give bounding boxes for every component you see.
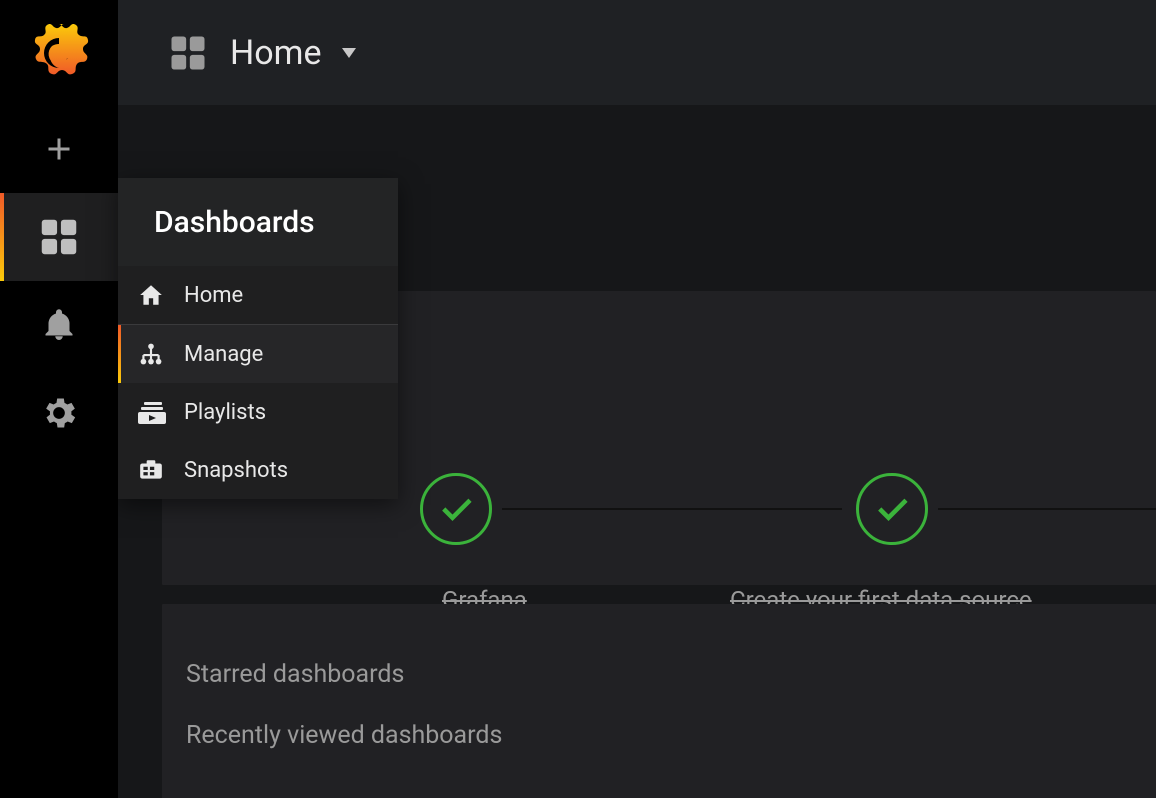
onboarding-connector (938, 508, 1156, 510)
camera-icon (138, 457, 184, 483)
check-icon (871, 488, 913, 530)
home-icon (138, 282, 184, 308)
submenu-item-playlists[interactable]: Playlists (118, 383, 398, 441)
dashboards-submenu: Dashboards Home Manage (118, 178, 398, 499)
bell-icon (41, 305, 77, 345)
submenu-item-snapshots[interactable]: Snapshots (118, 441, 398, 499)
sidebar-alerting[interactable] (0, 281, 118, 369)
submenu-item-label: Manage (184, 342, 263, 367)
grid-icon (36, 214, 82, 260)
caret-down-icon (342, 48, 356, 58)
breadcrumb-title: Home (230, 33, 322, 73)
grid-icon (166, 31, 210, 75)
submenu-item-label: Home (184, 283, 243, 308)
submenu-item-home[interactable]: Home (118, 266, 398, 324)
grafana-logo[interactable] (0, 0, 118, 105)
plus-icon (41, 131, 77, 167)
submenu-item-manage[interactable]: Manage (118, 325, 398, 383)
sidebar-configuration[interactable] (0, 369, 118, 457)
topbar: Home (118, 0, 1156, 105)
dashboards-panel: Starred dashboards Recently viewed dashb… (162, 604, 1156, 798)
recent-heading: Recently viewed dashboards (186, 721, 1132, 750)
sidebar (0, 0, 118, 798)
playlist-icon (138, 399, 184, 425)
onboarding-step-check (420, 473, 492, 545)
onboarding-step-check (856, 473, 928, 545)
check-icon (435, 488, 477, 530)
gear-icon (39, 393, 79, 433)
submenu-item-label: Playlists (184, 400, 266, 425)
onboarding-connector (502, 508, 842, 510)
sidebar-dashboards[interactable] (0, 193, 118, 281)
submenu-item-label: Snapshots (184, 458, 288, 483)
starred-heading: Starred dashboards (186, 660, 1132, 689)
dashboard-picker[interactable]: Home (166, 31, 356, 75)
sitemap-icon (138, 341, 184, 367)
submenu-title: Dashboards (118, 178, 398, 266)
sidebar-create[interactable] (0, 105, 118, 193)
grafana-swirl-icon (28, 20, 90, 86)
